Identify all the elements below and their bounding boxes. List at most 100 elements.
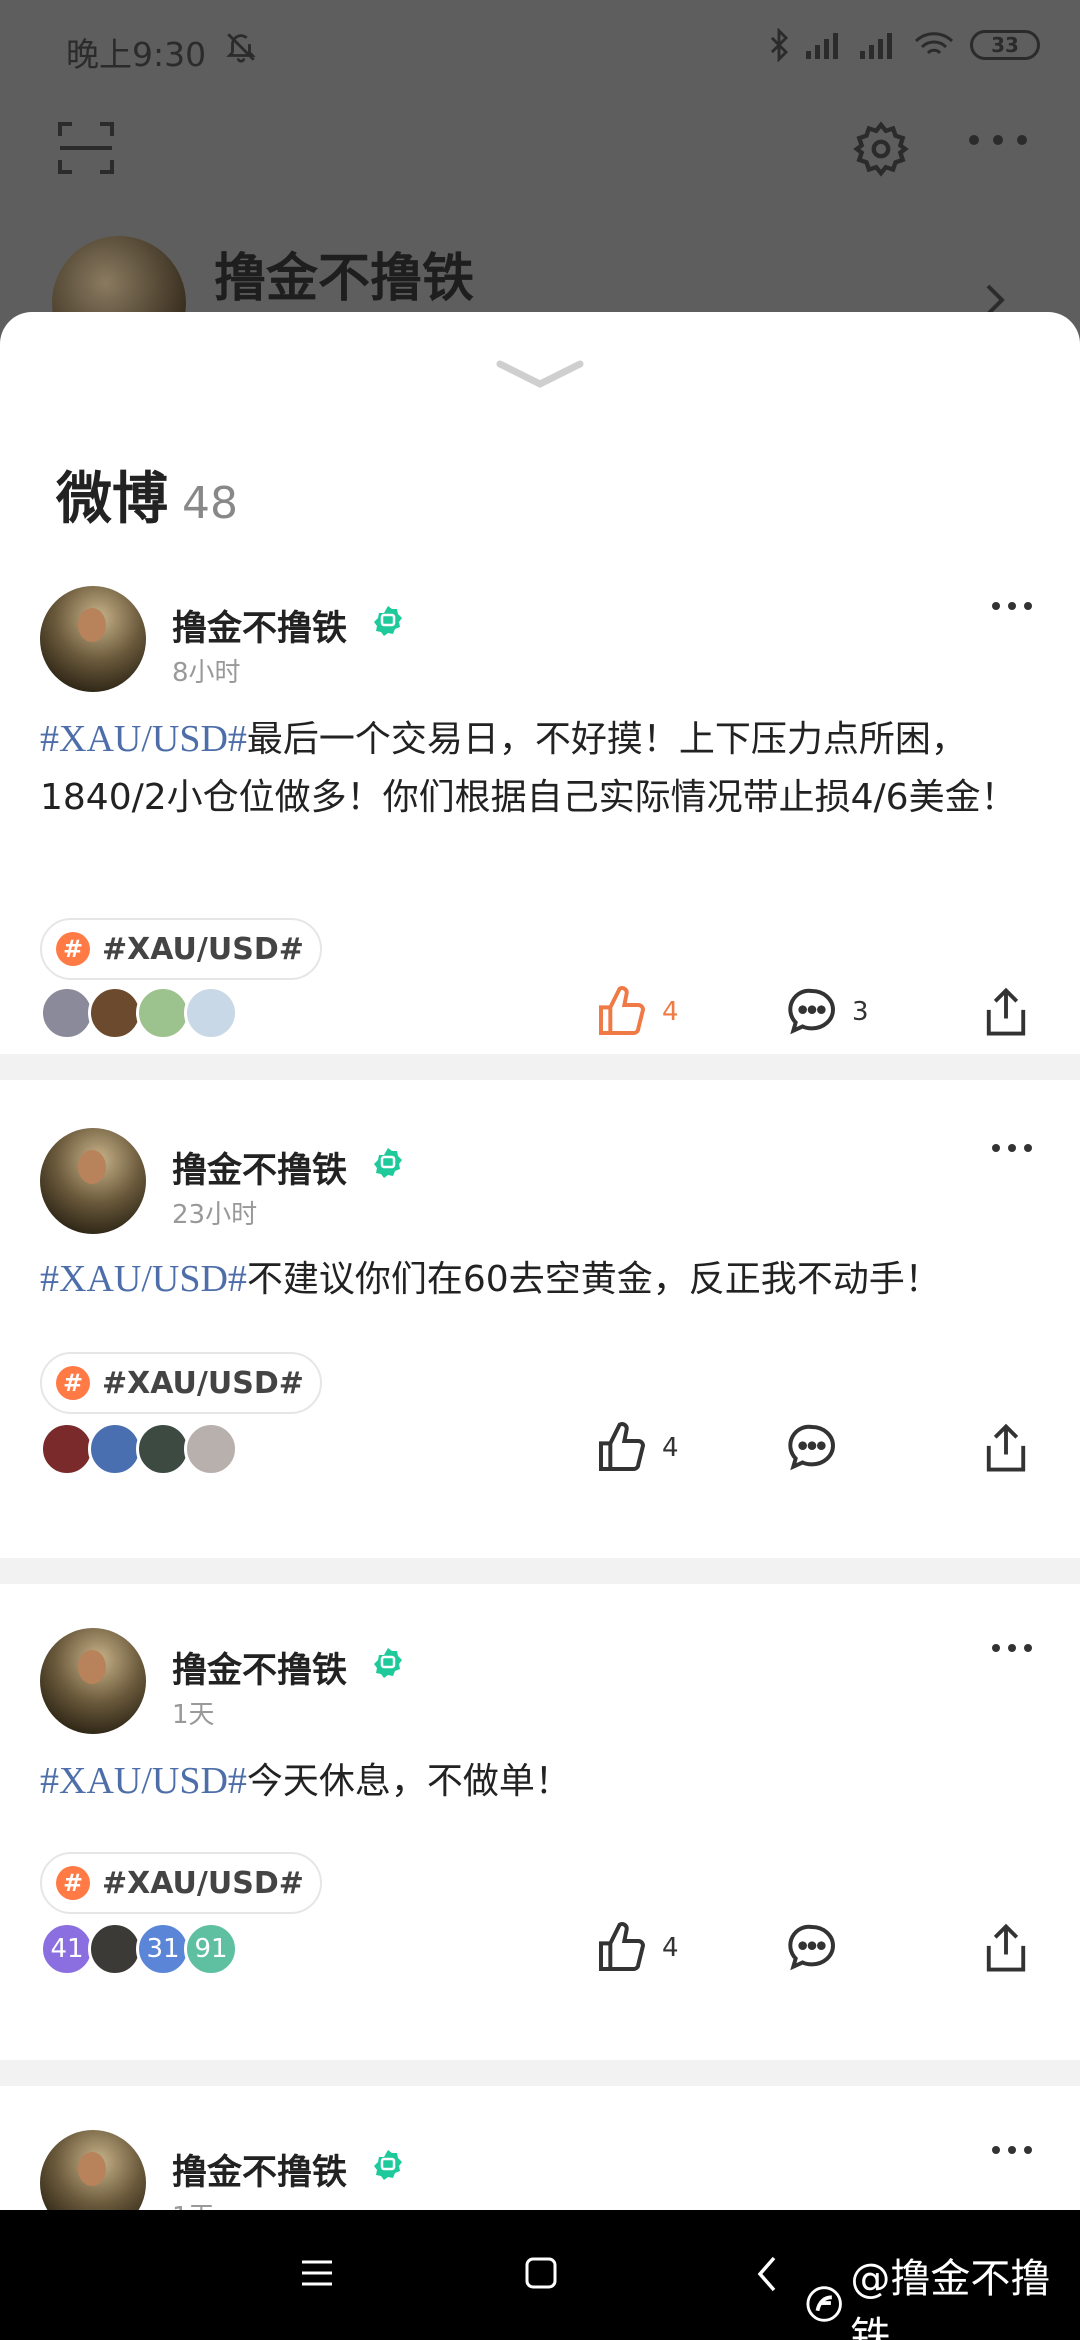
post-avatar[interactable]: [40, 2130, 146, 2210]
comment-button[interactable]: 3: [784, 984, 869, 1040]
post-divider: [0, 1558, 1080, 1584]
post-avatar[interactable]: [40, 1128, 146, 1234]
liker-avatar: [40, 1422, 94, 1476]
wifi-icon: [914, 32, 954, 55]
liker-avatars[interactable]: [40, 1422, 238, 1476]
liker-avatar: 41: [40, 1922, 94, 1976]
like-button[interactable]: 4: [594, 1420, 679, 1476]
share-button[interactable]: [980, 1420, 1032, 1476]
section-title: 微博: [56, 467, 168, 532]
topic-chip[interactable]: # #XAU/USD#: [40, 1352, 322, 1414]
verified-badge-icon: [372, 1646, 404, 1682]
liker-avatar: [136, 1422, 190, 1476]
hashtag-icon: #: [56, 1366, 90, 1400]
thumbs-up-icon: [599, 986, 645, 1035]
comment-count: 3: [852, 997, 869, 1027]
post-more-icon[interactable]: [990, 2142, 1034, 2161]
share-icon: [986, 987, 1026, 1036]
share-icon: [986, 1923, 1026, 1972]
liker-avatar: 91: [184, 1922, 238, 1976]
post-time: 8小时: [172, 658, 241, 688]
topic-chip[interactable]: # #XAU/USD#: [40, 1852, 322, 1914]
liker-avatar: 31: [136, 1922, 190, 1976]
weibo-logo-icon: [806, 2286, 842, 2322]
liker-avatar: [184, 986, 238, 1040]
liker-avatar: [184, 1422, 238, 1476]
post-author[interactable]: 撸金不撸铁: [172, 1142, 347, 1193]
weibo-sheet: 微博 48 撸金不撸铁 8小时 #XAU/USD#最后一个交易日，不好摸！上下压…: [0, 312, 1080, 2210]
topic-link[interactable]: #XAU/USD#: [40, 1258, 247, 1300]
topic-chip-label: #XAU/USD#: [102, 1865, 304, 1901]
post-time: 1天: [172, 2196, 215, 2210]
topic-chip[interactable]: # #XAU/USD#: [40, 918, 322, 980]
post-body: 不建议你们在60去空黄金，反正我不动手！: [246, 1259, 941, 1300]
post-body: 今天休息，不做单！: [246, 1761, 571, 1802]
recent-apps-icon[interactable]: [300, 2258, 334, 2292]
liker-avatars[interactable]: 41 31 91: [40, 1922, 238, 1976]
post-more-icon[interactable]: [990, 1640, 1034, 1659]
post-text: #XAU/USD#今天休息，不做单！: [40, 1752, 1040, 1811]
liker-avatar: [40, 986, 94, 1040]
verified-badge-icon: [372, 604, 404, 640]
post-card[interactable]: 撸金不撸铁 23小时 #XAU/USD#不建议你们在60去空黄金，反正我不动手！…: [0, 1080, 1080, 1558]
liker-avatars[interactable]: [40, 986, 238, 1040]
comment-button[interactable]: [784, 1420, 852, 1476]
system-nav-bar: @撸金不撸铁: [0, 2210, 1080, 2340]
verified-badge-icon: [372, 2148, 404, 2184]
signal-hd-icon: [860, 33, 892, 59]
scan-icon[interactable]: [56, 118, 116, 182]
home-icon[interactable]: [524, 2256, 558, 2294]
post-more-icon[interactable]: [990, 598, 1034, 617]
like-count: 4: [662, 997, 679, 1027]
post-divider: [0, 1054, 1080, 1080]
post-divider: [0, 2060, 1080, 2086]
thumbs-up-icon: [599, 1422, 645, 1471]
like-button[interactable]: 4: [594, 984, 679, 1040]
liker-avatar: [136, 986, 190, 1040]
topic-link[interactable]: #XAU/USD#: [40, 718, 247, 760]
section-header: 微博 48: [56, 454, 238, 535]
comment-button[interactable]: [784, 1920, 852, 1976]
collapse-chevron-icon[interactable]: [494, 356, 586, 396]
post-time: 1天: [172, 1700, 215, 1730]
comment-icon: [788, 1424, 835, 1471]
hashtag-icon: #: [56, 932, 90, 966]
like-count: 4: [662, 1433, 679, 1463]
post-card[interactable]: 撸金不撸铁 1天 #XAU/USD#今天休息，不做单！ # #XAU/USD# …: [0, 1584, 1080, 2060]
like-button[interactable]: 4: [594, 1920, 679, 1976]
signal-icon: [806, 33, 838, 59]
topic-link[interactable]: #XAU/USD#: [40, 1760, 247, 1802]
share-button[interactable]: [980, 984, 1032, 1040]
status-time: 晚上9:30: [66, 35, 207, 74]
bluetooth-icon: [770, 28, 789, 62]
post-avatar[interactable]: [40, 586, 146, 692]
post-text: #XAU/USD#不建议你们在60去空黄金，反正我不动手！: [40, 1250, 1040, 1309]
post-author[interactable]: 撸金不撸铁: [172, 1642, 347, 1693]
watermark-text: @撸金不撸铁: [850, 2256, 1051, 2340]
post-time: 23小时: [172, 1200, 258, 1230]
comment-icon: [788, 1924, 835, 1971]
post-card[interactable]: 撸金不撸铁 8小时 #XAU/USD#最后一个交易日，不好摸！上下压力点所困，1…: [0, 542, 1080, 1054]
liker-avatar: [88, 1922, 142, 1976]
comment-icon: [788, 988, 835, 1035]
back-icon[interactable]: [756, 2254, 778, 2298]
topic-chip-label: #XAU/USD#: [102, 931, 304, 967]
mute-bell-icon: [224, 30, 258, 68]
share-button[interactable]: [980, 1920, 1032, 1976]
verified-badge-icon: [372, 1146, 404, 1182]
watermark: @撸金不撸铁: [806, 2246, 1080, 2340]
post-count: 48: [182, 478, 238, 529]
settings-gear-icon[interactable]: [852, 120, 910, 182]
post-avatar[interactable]: [40, 1628, 146, 1734]
post-author[interactable]: 撸金不撸铁: [172, 600, 347, 651]
post-text: #XAU/USD#最后一个交易日，不好摸！上下压力点所困，1840/2小仓位做多…: [40, 710, 1040, 827]
battery-indicator: 33: [970, 30, 1040, 60]
status-bar: 晚上9:30 33: [0, 0, 1080, 100]
profile-name: 撸金不撸铁: [214, 249, 475, 309]
share-icon: [986, 1423, 1026, 1472]
post-author[interactable]: 撸金不撸铁: [172, 2144, 347, 2195]
post-card[interactable]: 撸金不撸铁 1天: [0, 2086, 1080, 2210]
post-more-icon[interactable]: [990, 1140, 1034, 1159]
liker-avatar: [88, 986, 142, 1040]
more-options-icon[interactable]: [966, 130, 1030, 154]
